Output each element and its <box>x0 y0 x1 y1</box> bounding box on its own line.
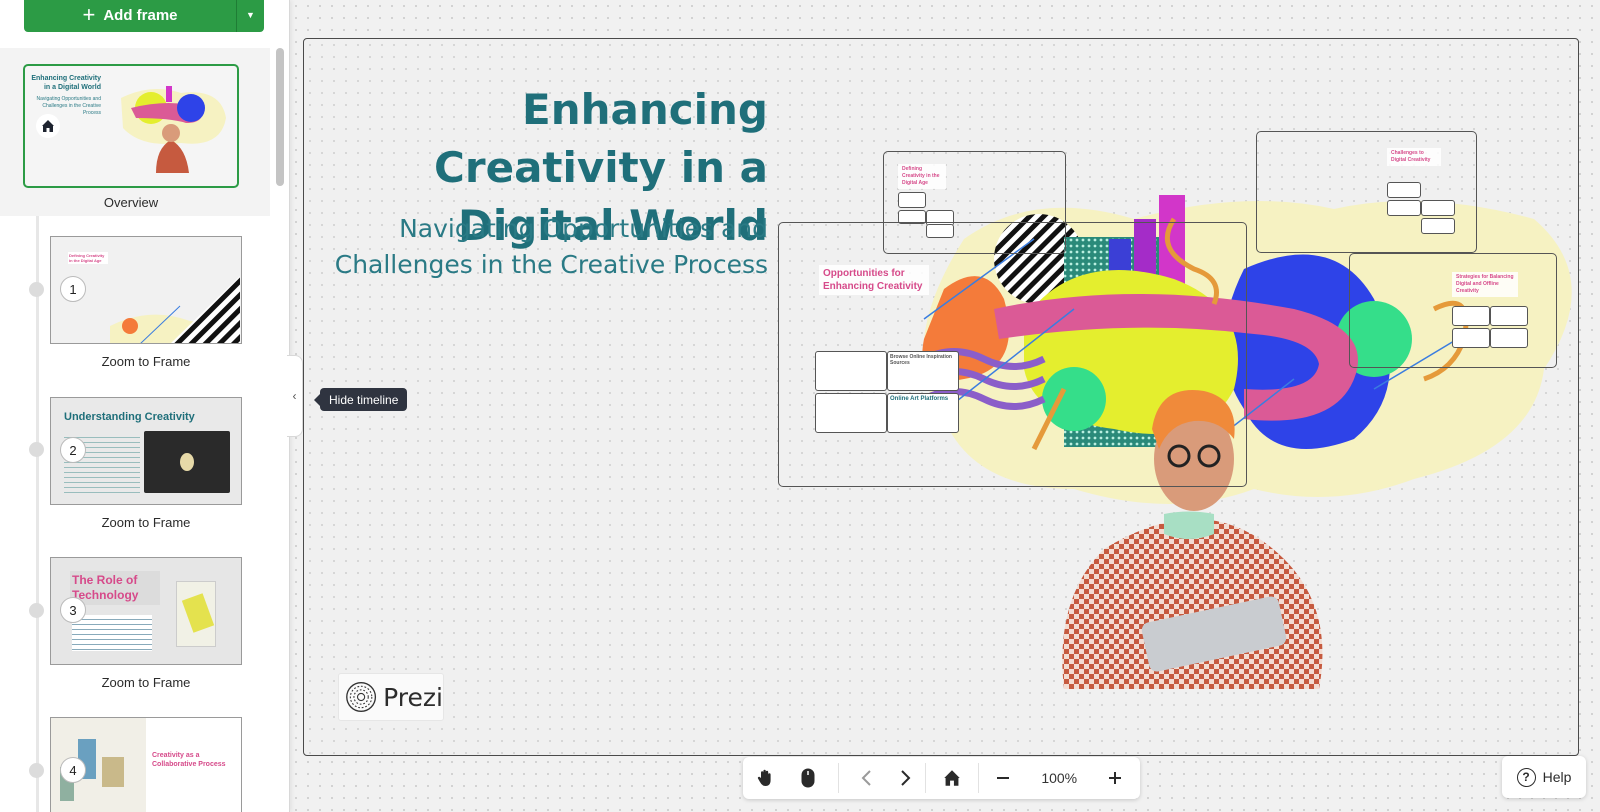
prezi-logo: Prezi <box>338 673 444 721</box>
chevron-right-icon <box>900 770 911 786</box>
next-button[interactable] <box>886 757 925 799</box>
chevron-left-icon: ‹ <box>292 389 297 403</box>
previous-button[interactable] <box>847 757 886 799</box>
hide-timeline-tooltip: Hide timeline <box>313 388 408 411</box>
mouse-mode-button[interactable] <box>786 757 829 799</box>
mini-card <box>1452 306 1490 326</box>
subframe-strategies[interactable]: Strategies for Balancing Digital and Off… <box>1349 253 1557 368</box>
frame-item-1[interactable]: Defining Creativity in the Digital Age 1… <box>50 236 242 369</box>
plus-icon: + <box>82 2 96 27</box>
mini-card <box>815 393 887 433</box>
help-label: Help <box>1542 769 1572 785</box>
frame-thumb-text: Creativity as a Collaborative Process <box>152 752 226 768</box>
add-frame-button-group: + Add frame ▼ <box>24 0 264 32</box>
overview-label: Overview <box>103 195 159 210</box>
timeline-sidebar: + Add frame ▼ Enhancing Creativity in a … <box>0 0 290 812</box>
add-frame-dropdown-button[interactable]: ▼ <box>236 0 264 32</box>
mini-card: Browse Online Inspiration Sources <box>887 351 959 391</box>
frame-thumb-text: The Role of Technology <box>70 571 160 605</box>
mini-card <box>1387 182 1421 198</box>
overview-thumb-subtitle: Navigating Opportunities and Challenges … <box>36 96 102 116</box>
frame-thumbnail-3[interactable]: The Role of Technology 3 <box>50 557 242 665</box>
frame-thumbnail-1[interactable]: Defining Creativity in the Digital Age 1 <box>50 236 242 344</box>
subframe-opportunities[interactable]: Opportunities for Enhancing Creativity B… <box>778 222 1247 487</box>
mini-card <box>1490 328 1528 348</box>
frame-thumb-text: Defining Creativity in the Digital Age <box>68 252 108 264</box>
mini-card <box>815 351 887 391</box>
timeline-dot <box>29 442 44 457</box>
frame-item-4[interactable]: Creativity as a Collaborative Process 4 <box>50 717 242 812</box>
mouse-icon <box>801 768 815 788</box>
hand-tool-button[interactable] <box>743 757 786 799</box>
mini-card <box>1452 328 1490 348</box>
overview-item[interactable]: Enhancing Creativity in a Digital World … <box>0 48 270 216</box>
subframe-opportunities-label: Opportunities for Enhancing Creativity <box>819 265 929 295</box>
overview-thumb-title: Enhancing Creativity in a Digital World <box>31 75 101 91</box>
add-frame-label: Add frame <box>103 6 178 24</box>
frame-thumb-image <box>176 581 216 647</box>
timeline-line <box>36 216 39 812</box>
toolbar-divider <box>837 763 839 793</box>
mini-card <box>1421 200 1455 216</box>
help-button[interactable]: ? Help <box>1502 756 1586 798</box>
home-icon <box>944 770 960 786</box>
zoom-level: 100% <box>1041 770 1078 786</box>
overview-thumbnail[interactable]: Enhancing Creativity in a Digital World … <box>23 64 239 188</box>
frame-number-badge: 3 <box>60 597 86 623</box>
chevron-left-icon <box>861 770 872 786</box>
subframe-strategies-label: Strategies for Balancing Digital and Off… <box>1452 272 1518 297</box>
frame-thumbnail-4[interactable]: Creativity as a Collaborative Process 4 <box>50 717 242 812</box>
frame-number-badge: 4 <box>60 757 86 783</box>
prezi-logo-icon <box>346 682 377 712</box>
zoom-to-frame-label[interactable]: Zoom to Frame <box>50 675 242 690</box>
frame-thumb-text: Understanding Creativity <box>64 411 195 423</box>
presentation-subtitle: Navigating Opportunities and Challenges … <box>334 214 768 279</box>
mini-card <box>1490 306 1528 326</box>
home-button[interactable] <box>926 757 977 799</box>
chevron-down-icon: ▼ <box>246 10 255 20</box>
mini-card <box>1421 218 1455 234</box>
hand-icon <box>757 769 771 786</box>
frame-item-3[interactable]: The Role of Technology 3 Zoom to Frame <box>50 557 242 690</box>
frame-thumb-artwork <box>110 276 240 344</box>
frame-thumbnail-2[interactable]: Understanding Creativity 2 <box>50 397 242 505</box>
mini-card <box>1387 200 1421 216</box>
mini-card <box>898 192 926 208</box>
mini-card: Online Art Platforms <box>887 393 959 433</box>
timeline-dot <box>29 603 44 618</box>
zoom-in-button[interactable] <box>1091 757 1140 799</box>
sidebar-scrollbar[interactable] <box>276 48 284 186</box>
frame-number-badge: 2 <box>60 437 86 463</box>
zoom-to-frame-label[interactable]: Zoom to Frame <box>50 354 242 369</box>
subframe-defining-label: Defining Creativity in the Digital Age <box>898 164 946 189</box>
overview-thumb-artwork <box>121 86 226 173</box>
subframe-challenges-label: Challenges to Digital Creativity <box>1387 148 1441 166</box>
minus-icon <box>997 777 1010 779</box>
overview-frame[interactable]: Enhancing Creativity in a Digital World … <box>303 38 1579 756</box>
frame-item-2[interactable]: Understanding Creativity 2 Zoom to Frame <box>50 397 242 530</box>
prezi-logo-text: Prezi <box>383 682 443 712</box>
home-icon <box>36 114 60 138</box>
zoom-to-frame-label[interactable]: Zoom to Frame <box>50 515 242 530</box>
hide-timeline-button[interactable]: ‹ <box>287 355 303 437</box>
plus-icon <box>1109 772 1122 784</box>
subframe-challenges[interactable]: Challenges to Digital Creativity <box>1256 131 1477 253</box>
timeline-dot <box>29 763 44 778</box>
frame-thumb-image <box>144 431 230 493</box>
question-icon: ? <box>1516 767 1536 787</box>
navigation-toolbar: 100% <box>743 757 1140 799</box>
frame-thumb-body <box>72 615 152 651</box>
add-frame-button[interactable]: + Add frame <box>24 0 236 32</box>
zoom-out-button[interactable] <box>979 757 1028 799</box>
frame-number-badge: 1 <box>60 276 86 302</box>
timeline-dot <box>29 282 44 297</box>
